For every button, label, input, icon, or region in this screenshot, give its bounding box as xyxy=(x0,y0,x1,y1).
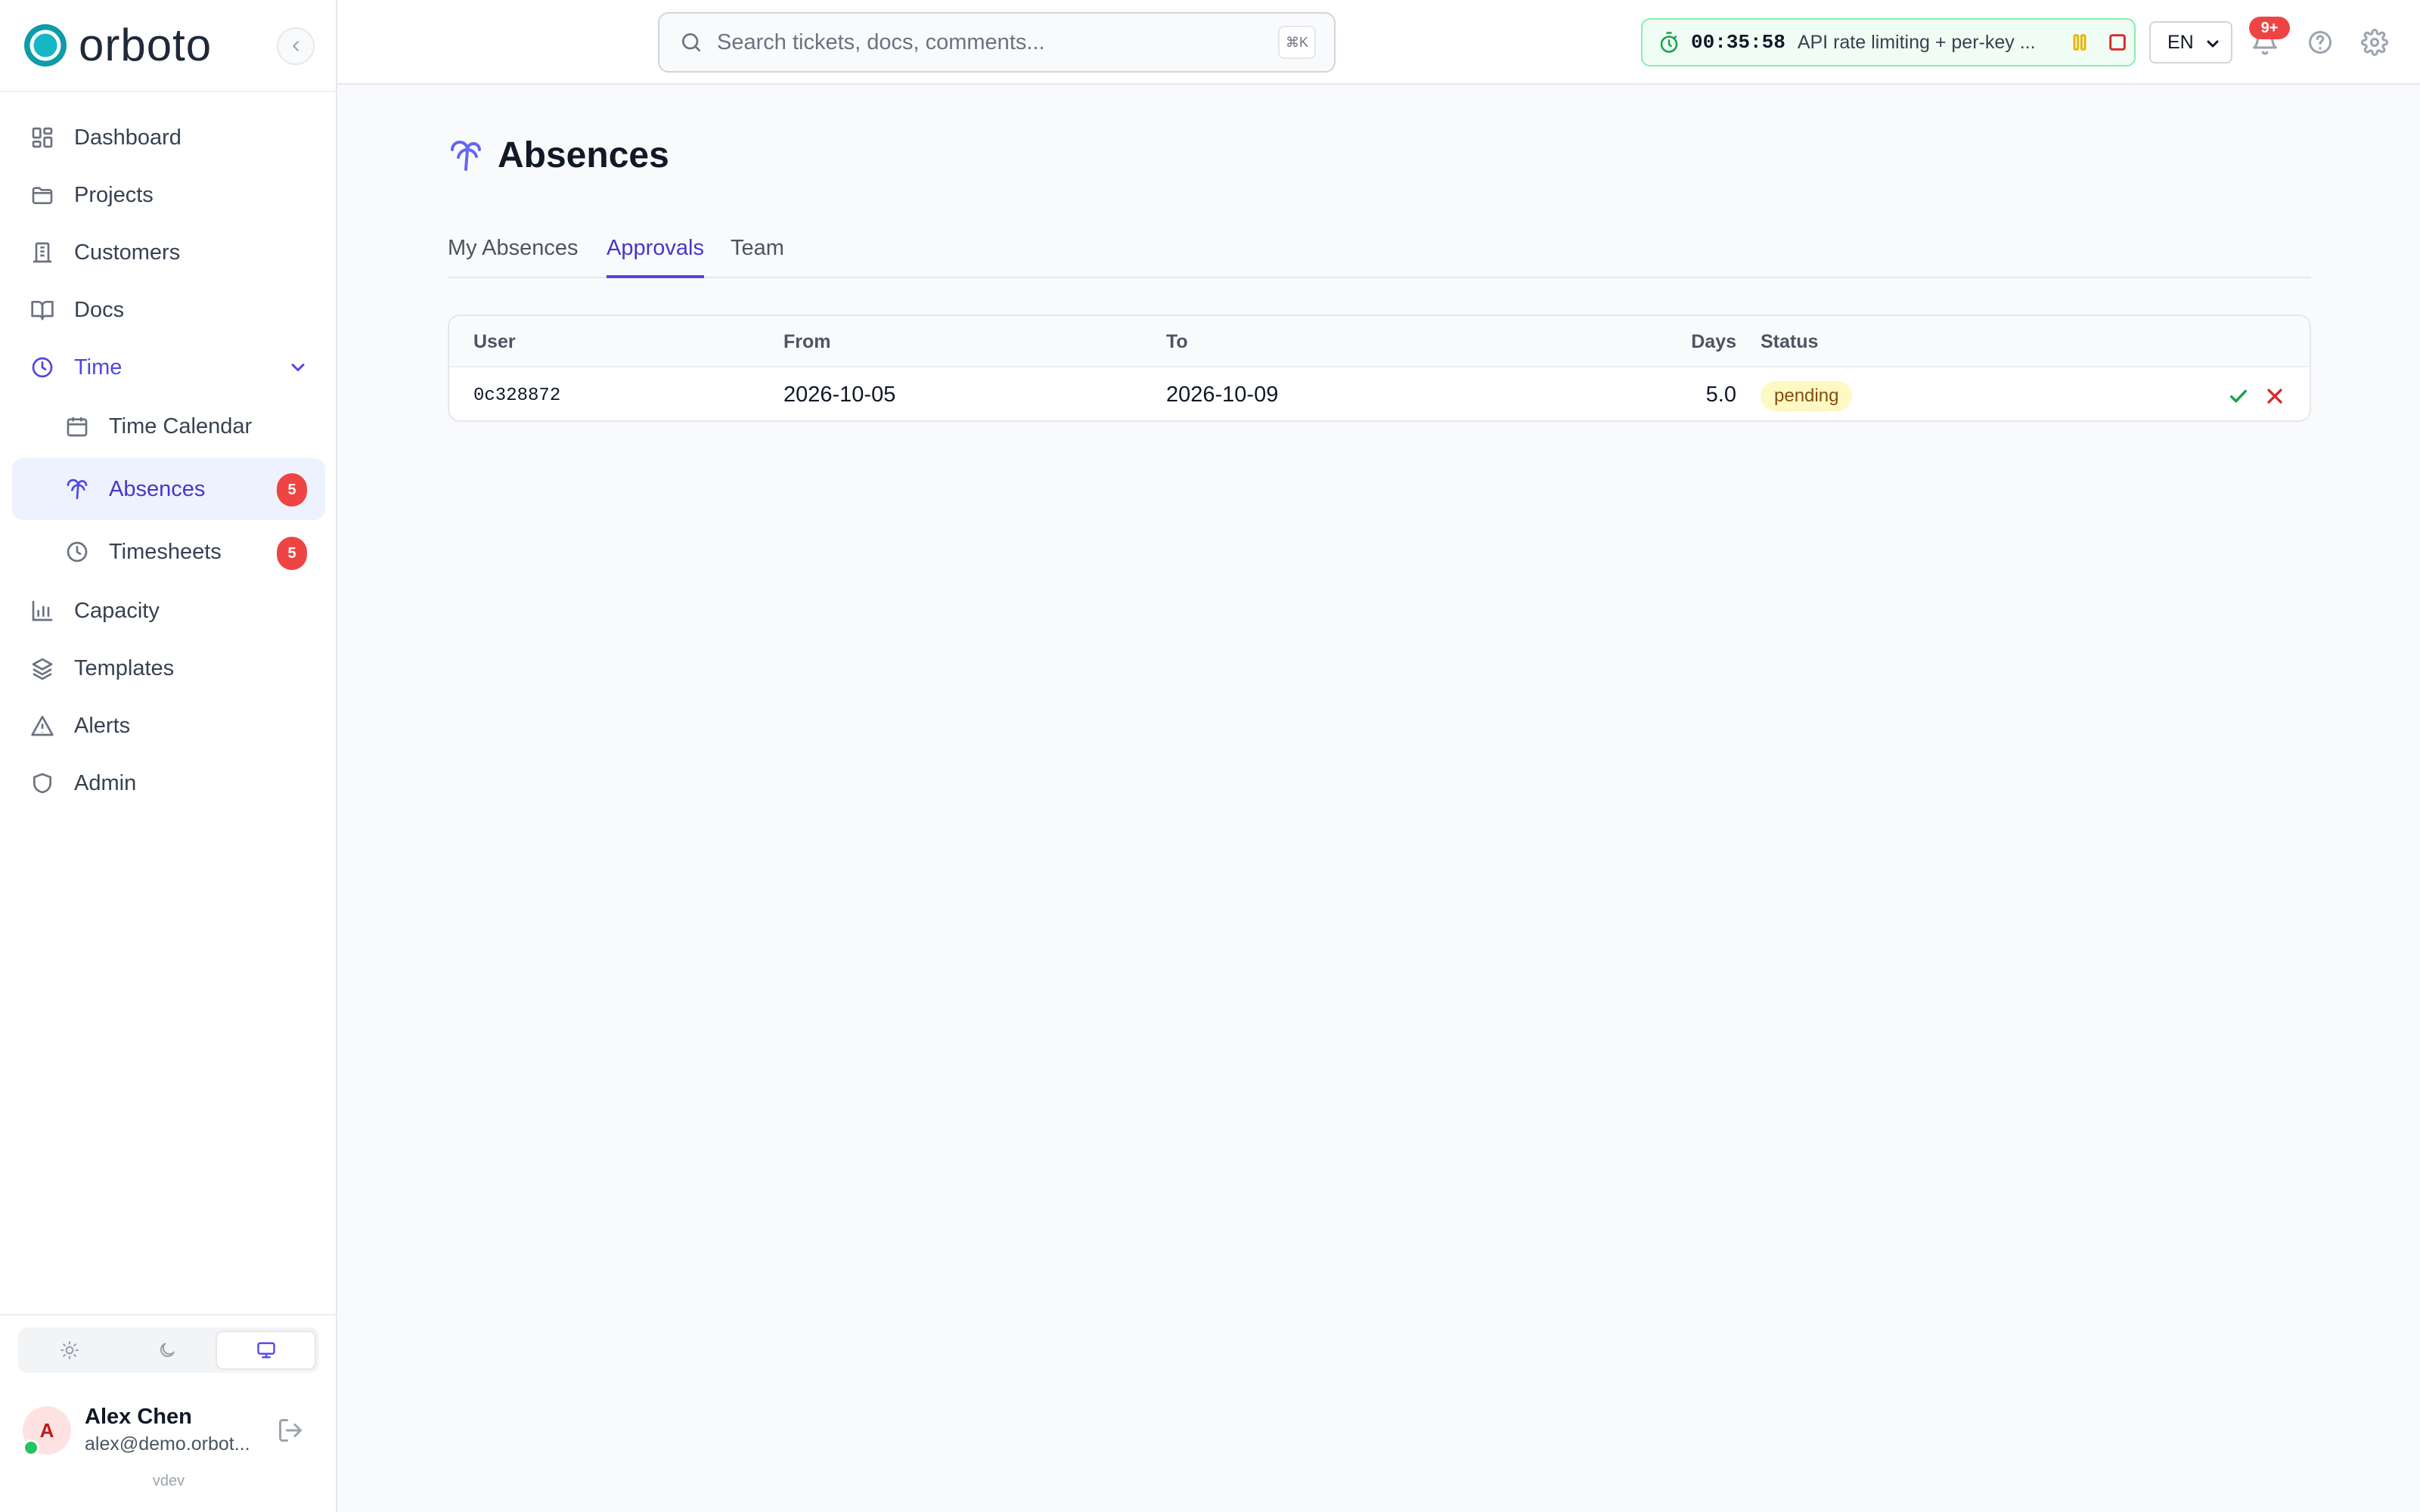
sidebar-item-templates[interactable]: Templates xyxy=(12,640,325,697)
search-icon xyxy=(682,33,700,51)
sidebar: orboto Dashboard Projects Customers Docs… xyxy=(0,0,337,1512)
theme-switcher xyxy=(18,1328,319,1373)
sidebar-item-label: Dashboard xyxy=(74,125,182,150)
palm-tree-icon xyxy=(451,140,481,171)
user-email: alex@demo.orbot... xyxy=(85,1433,250,1455)
reject-close-icon[interactable] xyxy=(2263,384,2287,408)
column-header-from: From xyxy=(783,331,831,352)
cell-user: 0c328872 xyxy=(473,386,561,406)
sun-icon xyxy=(60,1341,79,1359)
sidebar-item-docs[interactable]: Docs xyxy=(12,281,325,339)
page-heading: Absences xyxy=(498,135,669,175)
running-timer[interactable]: 00:35:58 API rate limiting + per-key ... xyxy=(1641,18,2136,67)
sidebar-item-dashboard[interactable]: Dashboard xyxy=(12,109,325,166)
tab-my-absences[interactable]: My Absences xyxy=(448,227,578,278)
tab-team[interactable]: Team xyxy=(731,227,784,278)
language-selected-value: EN xyxy=(2167,31,2194,53)
logout-icon[interactable] xyxy=(277,1417,304,1444)
table-header: User From To Days Status xyxy=(449,316,2310,367)
brand-header: orboto xyxy=(0,0,337,92)
cell-to: 2026-10-09 xyxy=(1166,383,1279,407)
chevron-left-icon xyxy=(293,41,299,51)
sidebar-item-label: Absences xyxy=(109,476,206,501)
gear-icon[interactable] xyxy=(2361,29,2388,56)
sidebar-item-absences[interactable]: Absences 5 xyxy=(12,458,325,520)
user-name: Alex Chen xyxy=(85,1405,192,1429)
chevron-down-icon[interactable] xyxy=(287,357,309,378)
column-header-to: To xyxy=(1166,331,1188,352)
clock-icon xyxy=(32,357,53,378)
sidebar-item-admin[interactable]: Admin xyxy=(12,754,325,812)
moon-icon xyxy=(160,1343,175,1358)
brand-name[interactable]: orboto xyxy=(79,18,212,73)
timesheets-count-badge: 5 xyxy=(277,537,307,570)
search-input[interactable]: Search tickets, docs, comments... ⌘K xyxy=(658,12,1336,73)
sidebar-item-capacity[interactable]: Capacity xyxy=(12,582,325,640)
page-title: Absences xyxy=(448,135,669,176)
approvals-table: User From To Days Status 0c328872 2026-1… xyxy=(448,314,2311,422)
stop-icon[interactable] xyxy=(2107,32,2128,53)
chevron-down-icon xyxy=(2207,40,2219,48)
topbar: Search tickets, docs, comments... ⌘K 00:… xyxy=(337,0,2420,85)
sidebar-item-label: Timesheets xyxy=(109,539,222,564)
approve-check-icon[interactable] xyxy=(2226,384,2251,408)
theme-light-button[interactable] xyxy=(21,1331,119,1370)
sidebar-item-label: Time Calendar xyxy=(109,414,253,438)
dashboard-icon xyxy=(32,127,53,148)
sidebar-item-label: Alerts xyxy=(74,713,131,738)
clock-icon xyxy=(67,541,88,562)
timer-task-name: API rate limiting + per-key ... xyxy=(1797,31,2036,53)
user-card: A Alex Chen alex@demo.orbot... vdev xyxy=(0,1391,337,1489)
pause-icon[interactable] xyxy=(2069,32,2090,53)
monitor-icon xyxy=(257,1342,275,1359)
collapse-sidebar-button[interactable] xyxy=(277,27,315,65)
sidebar-item-label: Templates xyxy=(74,655,175,680)
alert-triangle-icon xyxy=(31,715,54,736)
calendar-icon xyxy=(67,417,88,437)
column-header-status: Status xyxy=(1761,331,1819,352)
layers-icon xyxy=(32,658,53,680)
help-icon[interactable] xyxy=(2307,29,2334,56)
sidebar-item-label: Customers xyxy=(74,240,181,265)
column-header-user: User xyxy=(473,331,516,352)
sidebar-item-time-calendar[interactable]: Time Calendar xyxy=(12,396,325,457)
sidebar-item-label: Projects xyxy=(74,182,154,207)
theme-system-button[interactable] xyxy=(216,1331,317,1370)
table-row: 0c328872 2026-10-05 2026-10-09 5.0 pendi… xyxy=(449,367,2310,420)
column-header-days: Days xyxy=(1691,331,1736,352)
bar-chart-icon xyxy=(32,600,53,621)
status-badge: pending xyxy=(1761,381,1853,411)
timer-elapsed: 00:35:58 xyxy=(1691,31,1786,54)
search-shortcut-hint: ⌘K xyxy=(1278,26,1316,59)
app-version: vdev xyxy=(152,1473,185,1489)
sidebar-item-label: Time xyxy=(74,355,123,380)
theme-dark-button[interactable] xyxy=(119,1331,216,1370)
absences-count-badge: 5 xyxy=(277,473,307,507)
tabs: My Absences Approvals Team xyxy=(448,227,2311,278)
sidebar-nav: Dashboard Projects Customers Docs Time T… xyxy=(12,109,325,812)
stopwatch-icon xyxy=(1660,32,1678,53)
shield-icon xyxy=(33,773,51,794)
sidebar-item-alerts[interactable]: Alerts xyxy=(12,697,325,754)
sidebar-item-customers[interactable]: Customers xyxy=(12,224,325,281)
sidebar-item-label: Docs xyxy=(74,297,125,322)
book-icon xyxy=(31,301,54,321)
cell-from: 2026-10-05 xyxy=(783,383,896,407)
folder-icon xyxy=(32,187,53,204)
search-placeholder: Search tickets, docs, comments... xyxy=(717,29,1045,54)
orboto-logo-icon[interactable] xyxy=(23,23,68,68)
sidebar-item-label: Admin xyxy=(74,770,137,795)
palm-tree-icon xyxy=(67,479,88,500)
notifications-badge: 9+ xyxy=(2249,17,2290,39)
tab-approvals[interactable]: Approvals xyxy=(607,227,704,278)
cell-days: 5.0 xyxy=(1705,383,1736,407)
sidebar-divider xyxy=(0,1314,337,1315)
sidebar-item-timesheets[interactable]: Timesheets 5 xyxy=(12,522,325,582)
sidebar-item-projects[interactable]: Projects xyxy=(12,166,325,224)
language-select[interactable]: EN xyxy=(2149,21,2232,64)
building-icon xyxy=(33,242,51,263)
sidebar-item-label: Capacity xyxy=(74,598,160,623)
sidebar-item-time[interactable]: Time xyxy=(12,339,325,396)
online-status-indicator xyxy=(23,1439,39,1456)
